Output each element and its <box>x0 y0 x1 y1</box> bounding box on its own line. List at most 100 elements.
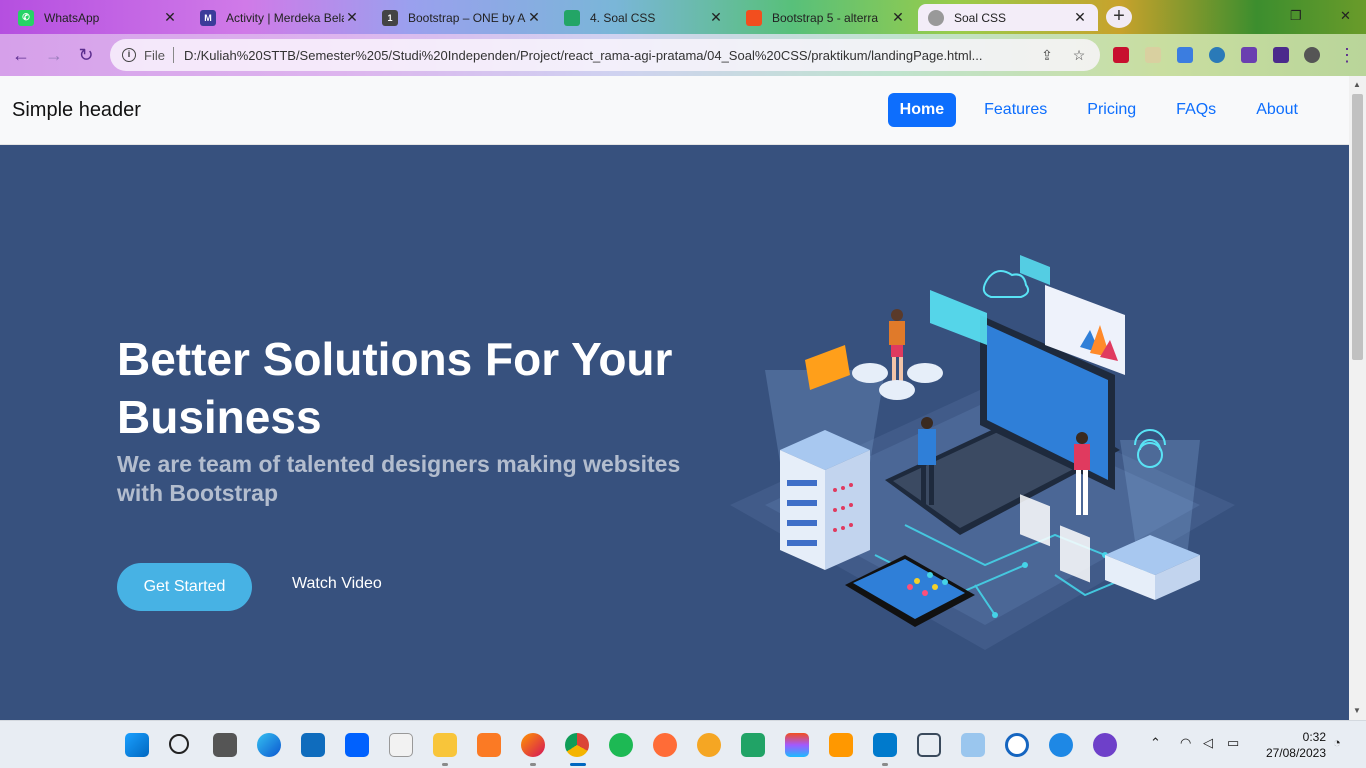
merdeka-icon: M <box>200 9 216 26</box>
tab-title: WhatsApp <box>44 10 100 25</box>
chevron-up-icon[interactable]: ⌃ <box>1150 735 1161 751</box>
divider <box>172 47 174 63</box>
mail-icon[interactable] <box>301 733 325 757</box>
task-view-icon[interactable] <box>213 733 237 757</box>
tab-title: Bootstrap 5 - alterra <box>772 10 879 25</box>
xampp-icon[interactable] <box>477 733 501 757</box>
hero-title: Better Solutions For Your Business <box>117 333 673 443</box>
firefox-icon[interactable] <box>521 733 545 757</box>
info-icon[interactable]: i <box>122 48 136 62</box>
tab-title: 4. Soal CSS <box>590 10 656 25</box>
tab-title: Activity | Merdeka Bela <box>226 10 344 25</box>
sidepanel-icon[interactable] <box>1273 47 1289 63</box>
extension-icon[interactable] <box>1177 47 1193 63</box>
clock-date: 27/08/2023 <box>1265 746 1326 760</box>
nav-features[interactable]: Features <box>964 93 1067 127</box>
virtualbox-icon[interactable] <box>917 733 941 757</box>
3d-icon[interactable] <box>961 733 985 757</box>
chrome-icon[interactable] <box>565 733 589 757</box>
close-icon[interactable]: ✕ <box>708 9 724 26</box>
omnibox[interactable]: i File D:/Kuliah%20STTB/Semester%205/Stu… <box>110 39 1100 71</box>
spotify-icon[interactable] <box>609 733 633 757</box>
extension-icon[interactable] <box>1145 47 1161 63</box>
file-explorer-icon[interactable] <box>433 733 457 757</box>
mysql-icon[interactable] <box>1049 733 1073 757</box>
get-started-button[interactable]: Get Started <box>117 563 252 611</box>
sublime-icon[interactable] <box>829 733 853 757</box>
hero-subtitle: We are team of talented designers making… <box>117 451 681 506</box>
nav-faqs[interactable]: FAQs <box>1156 93 1236 127</box>
reload-icon[interactable]: ↻ <box>75 44 97 66</box>
search-icon[interactable] <box>169 734 189 754</box>
back-arrow-icon[interactable]: ← <box>10 44 32 66</box>
nav-about[interactable]: About <box>1236 93 1318 127</box>
forward-arrow-icon[interactable]: → <box>43 44 65 66</box>
github-icon[interactable] <box>1093 733 1117 757</box>
url-text[interactable]: D:/Kuliah%20STTB/Semester%205/Studi%20In… <box>184 48 1024 63</box>
figma-icon <box>746 9 762 26</box>
vscode-icon[interactable] <box>873 733 897 757</box>
menu-kebab-icon[interactable]: ⋮ <box>1336 44 1358 66</box>
bookmark-star-icon[interactable]: ☆ <box>1070 47 1088 64</box>
address-toolbar: ← → ↻ i File D:/Kuliah%20STTB/Semester%2… <box>0 34 1366 76</box>
brand-title[interactable]: Simple header <box>12 99 888 122</box>
close-icon[interactable]: ✕ <box>890 9 906 26</box>
battery-icon[interactable]: ▭ <box>1227 735 1239 751</box>
scroll-down-icon[interactable]: ▼ <box>1353 706 1361 715</box>
notification-icon[interactable]: ◔ <box>1333 735 1341 750</box>
close-window-icon[interactable]: ✕ <box>1340 8 1351 24</box>
close-icon[interactable]: ✕ <box>344 9 360 26</box>
postman-icon[interactable] <box>653 733 677 757</box>
tab-title: Bootstrap – ONE by A <box>408 10 526 25</box>
hero-illustration <box>730 255 1235 650</box>
dropbox-icon[interactable] <box>345 733 369 757</box>
mcafee-icon[interactable] <box>1113 47 1129 63</box>
running-indicator <box>882 763 888 766</box>
globe-icon <box>928 9 944 26</box>
tab-soal-css[interactable]: Soal CSS ✕ <box>918 4 1098 31</box>
page-scrollbar[interactable]: ▲ ▼ <box>1349 76 1366 720</box>
docs-icon <box>564 9 580 26</box>
close-icon[interactable]: ✕ <box>526 9 542 26</box>
edge-icon[interactable] <box>257 733 281 757</box>
tab-merdeka[interactable]: M Activity | Merdeka Bela ✕ <box>190 4 370 31</box>
notion-like-icon[interactable] <box>741 733 765 757</box>
watch-video-link[interactable]: Watch Video <box>292 575 382 593</box>
close-icon[interactable]: ✕ <box>162 9 178 26</box>
profile-avatar[interactable] <box>1304 47 1320 63</box>
puzzle-icon[interactable] <box>1241 47 1257 63</box>
scheme-label: File <box>144 47 165 63</box>
active-indicator <box>570 763 586 766</box>
start-icon[interactable] <box>125 733 149 757</box>
scroll-thumb[interactable] <box>1352 94 1363 360</box>
running-indicator <box>442 763 448 766</box>
pcloud-icon[interactable] <box>697 733 721 757</box>
volume-icon[interactable]: ◁ <box>1203 735 1213 751</box>
close-icon[interactable]: ✕ <box>1072 9 1088 26</box>
hero-section: Better Solutions For Your Business We ar… <box>0 145 1349 720</box>
nav-home[interactable]: Home <box>887 93 957 127</box>
whatsapp-icon: ✆ <box>18 9 34 26</box>
server-illustration <box>780 430 870 570</box>
scroll-up-icon[interactable]: ▲ <box>1353 80 1361 89</box>
one-icon: 1 <box>382 9 398 26</box>
extension-icon[interactable] <box>1209 47 1225 63</box>
wifi-icon[interactable]: ◠ <box>1180 735 1191 751</box>
browser-tab-strip: ✆ WhatsApp ✕ M Activity | Merdeka Bela ✕… <box>0 0 1366 34</box>
main-nav: Home Features Pricing FAQs About <box>887 93 1318 127</box>
amazon-icon[interactable] <box>389 733 413 757</box>
tab-soal-css-docs[interactable]: 4. Soal CSS ✕ <box>554 4 734 31</box>
tab-bootstrap-one[interactable]: 1 Bootstrap – ONE by A ✕ <box>372 4 552 31</box>
tab-whatsapp[interactable]: ✆ WhatsApp ✕ <box>8 4 188 31</box>
figma-icon[interactable] <box>785 733 809 757</box>
nav-pricing[interactable]: Pricing <box>1067 93 1156 127</box>
new-tab-button[interactable]: + <box>1106 6 1132 28</box>
page-viewport: Simple header Home Features Pricing FAQs… <box>0 76 1349 720</box>
browser-icon[interactable] <box>1005 733 1029 757</box>
share-icon[interactable]: ⇪ <box>1038 47 1056 64</box>
tab-title: Soal CSS <box>954 10 1007 25</box>
tab-bootstrap-alterra[interactable]: Bootstrap 5 - alterra ✕ <box>736 4 916 31</box>
restore-window-icon[interactable]: ❐ <box>1290 8 1302 24</box>
site-header: Simple header Home Features Pricing FAQs… <box>0 76 1349 145</box>
system-clock[interactable]: 0:32 27/08/2023 <box>1256 729 1326 761</box>
